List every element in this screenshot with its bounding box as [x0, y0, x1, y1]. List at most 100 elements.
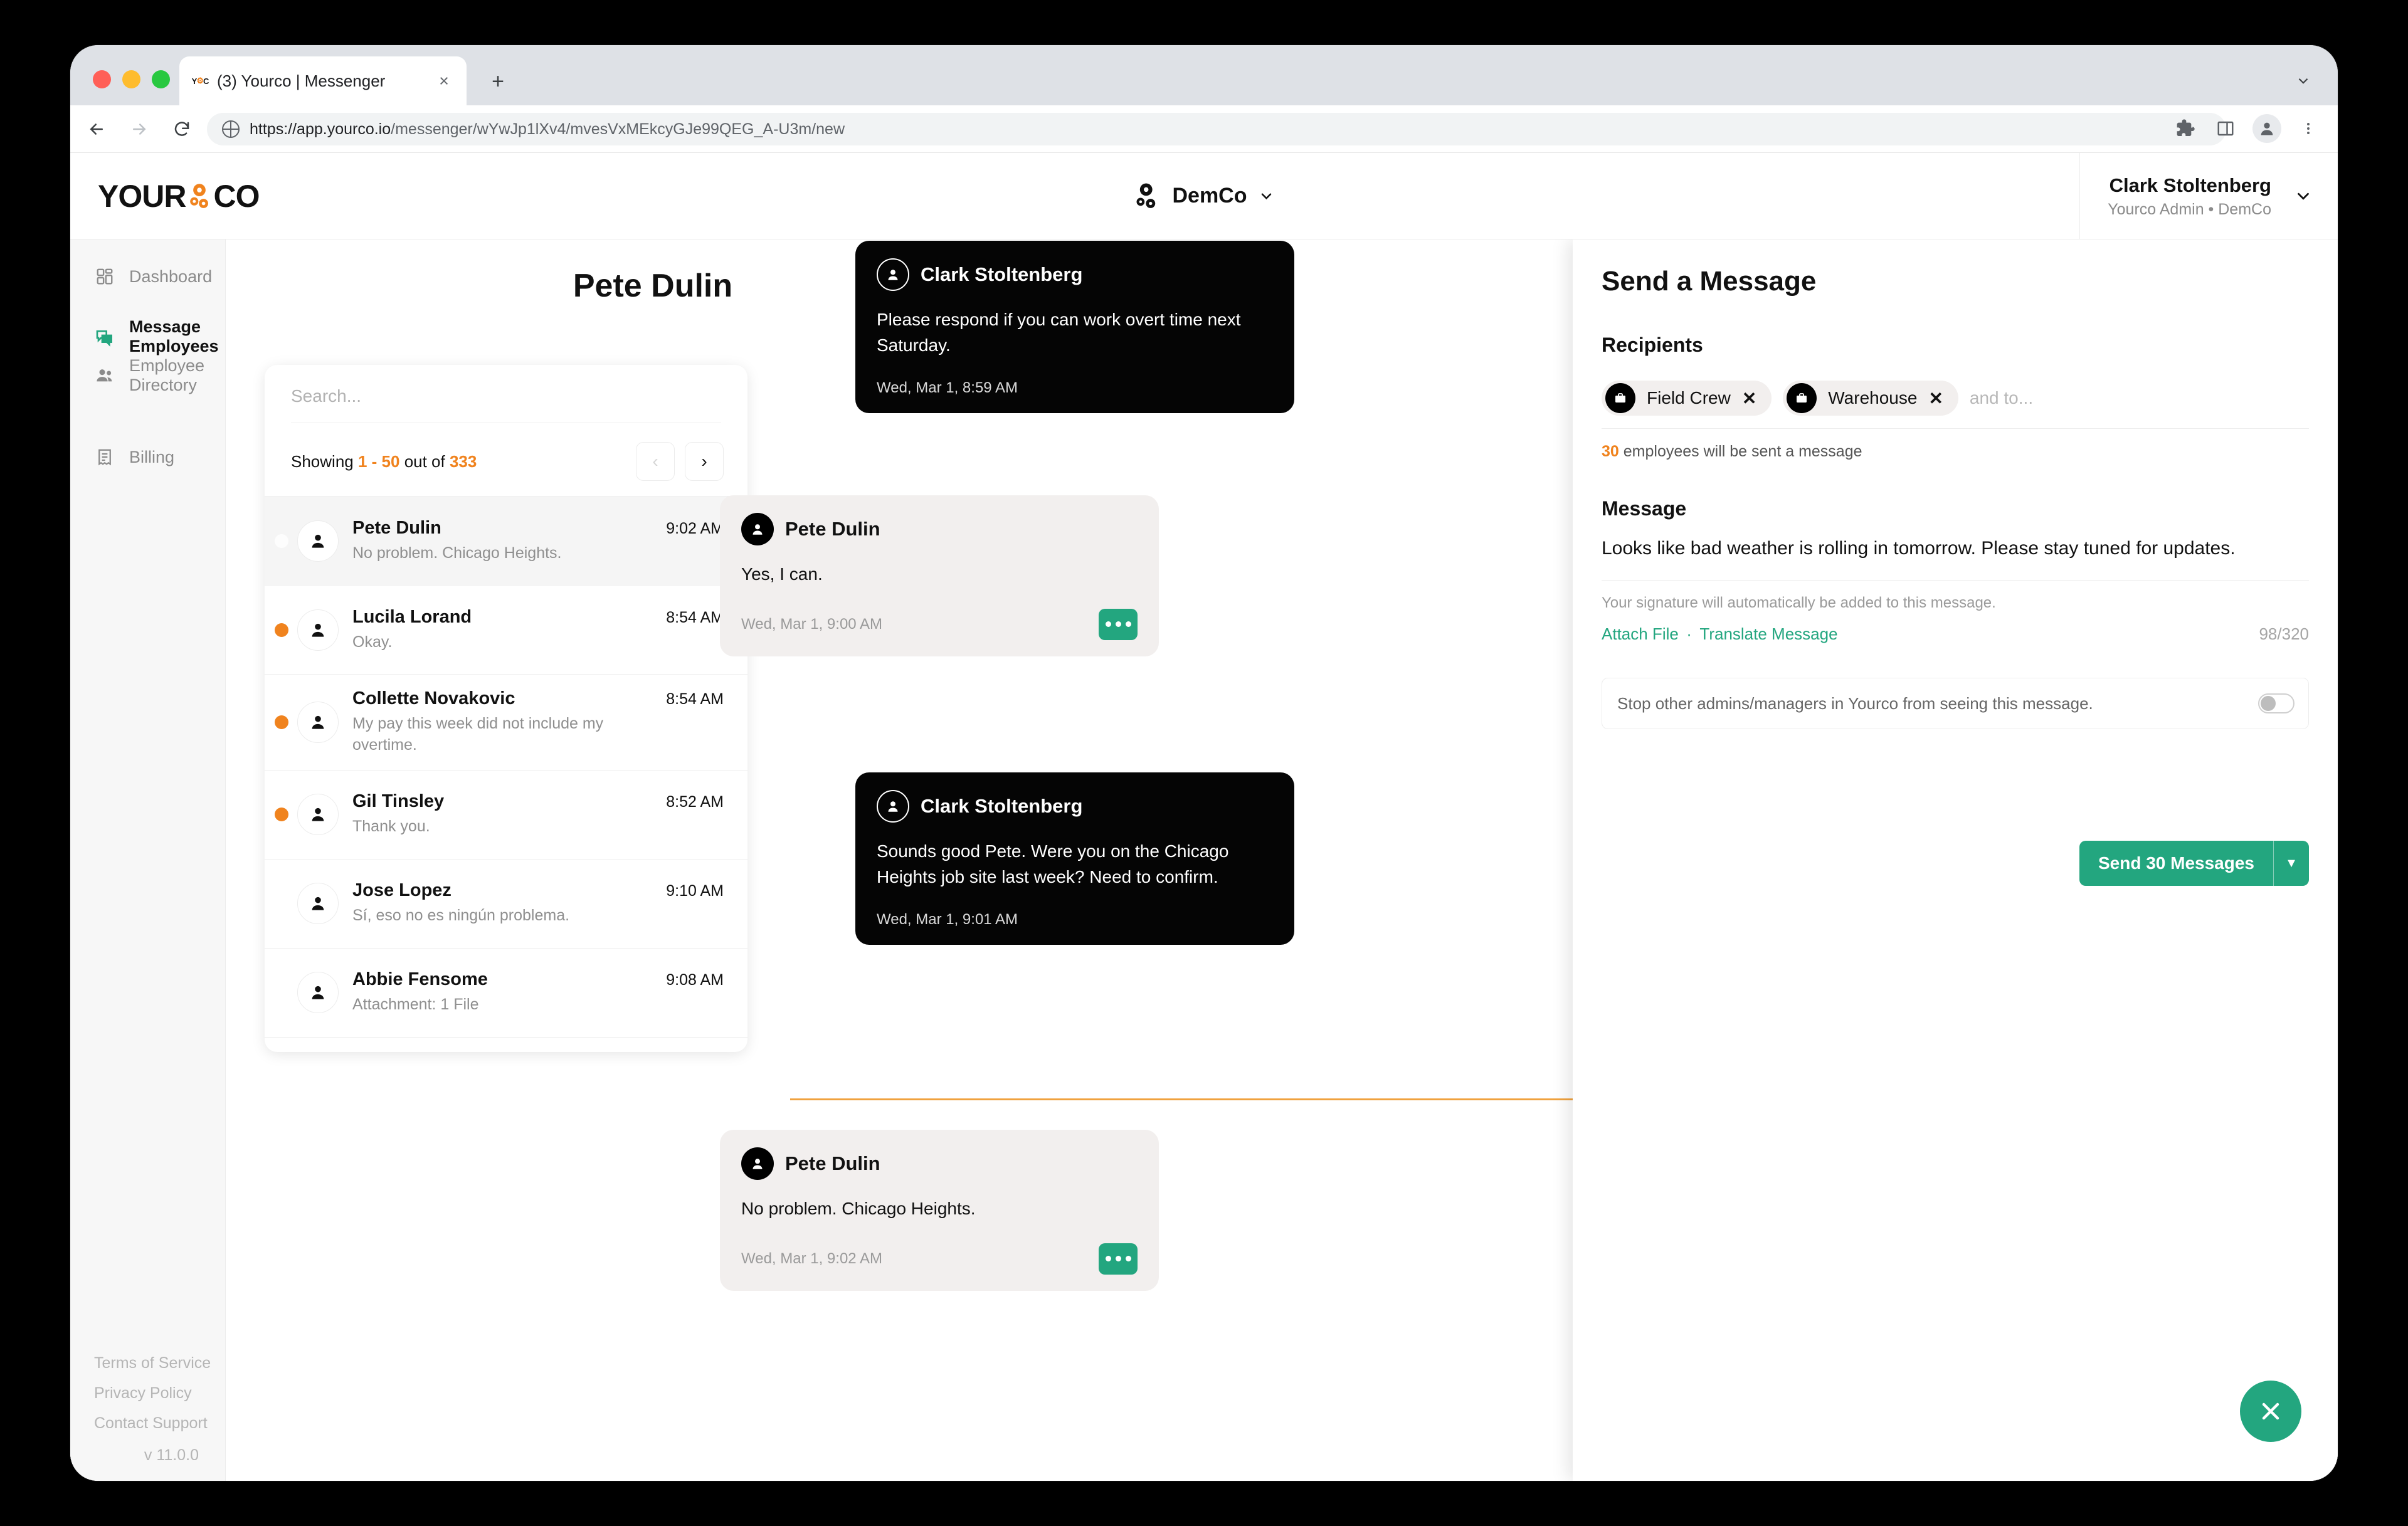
briefcase-icon	[1605, 383, 1635, 413]
maximize-window-button[interactable]	[152, 70, 170, 88]
new-tab-button[interactable]: +	[487, 70, 509, 93]
close-tab-icon[interactable]: ×	[434, 71, 454, 91]
sidepanel-icon[interactable]	[2212, 115, 2239, 142]
reload-icon[interactable]	[166, 113, 198, 145]
message-options-icon[interactable]	[1099, 1243, 1138, 1275]
privacy-toggle[interactable]	[2258, 693, 2294, 713]
conversation-time: 9:08 AM	[666, 971, 724, 989]
recipient-chip-label: Field Crew	[1647, 388, 1731, 408]
showing-prefix: Showing	[291, 451, 358, 471]
conversation-name: Lucila Lorand	[352, 606, 472, 627]
unread-indicator	[275, 623, 288, 637]
search-input[interactable]: Search...	[291, 386, 721, 423]
recipient-count-number: 30	[1602, 443, 1619, 460]
app-root: YOUR CO DemCo Clark Stoltenberg Yourco A…	[70, 153, 2338, 1481]
message-textarea[interactable]: Looks like bad weather is rolling in tom…	[1602, 534, 2309, 581]
yourco-logo[interactable]: YOUR CO	[98, 178, 260, 214]
sidebar-item-billing[interactable]: Billing	[70, 438, 225, 476]
message-sender: Clark Stoltenberg	[921, 795, 1083, 817]
recipient-chip[interactable]: Warehouse ✕	[1783, 381, 1958, 416]
conversation-row[interactable]: Thomas Saket 9:07 AM We ran out over her…	[265, 1036, 747, 1053]
action-separator: ·	[1686, 624, 1692, 643]
toolbar-icon-group	[2172, 114, 2321, 143]
briefcase-icon	[1787, 383, 1817, 413]
browser-tab[interactable]: Y ⚙ C (3) Yourco | Messenger ×	[179, 56, 467, 105]
avatar	[297, 609, 339, 651]
avatar	[741, 1147, 774, 1180]
message-label: Message	[1602, 497, 1687, 520]
user-name: Clark Stoltenberg	[2109, 174, 2271, 196]
conversation-name: Collette Novakovic	[352, 688, 515, 708]
browser-tab-strip: Y ⚙ C (3) Yourco | Messenger × +	[70, 45, 2338, 105]
unread-indicator	[275, 897, 288, 910]
prev-page-button[interactable]: ‹	[636, 442, 675, 481]
recipients-input[interactable]: Field Crew ✕ Warehouse ✕ and to...	[1602, 367, 2309, 429]
extensions-puzzle-icon[interactable]	[2172, 115, 2199, 142]
sidebar-item-dashboard[interactable]: Dashboard	[70, 257, 225, 296]
avatar	[297, 972, 339, 1013]
privacy-policy-link[interactable]: Privacy Policy	[94, 1384, 225, 1402]
character-count: 98/320	[2259, 624, 2309, 643]
conversation-row[interactable]: Abbie Fensome 9:08 AM Attachment: 1 File	[265, 947, 747, 1037]
attach-file-link[interactable]: Attach File	[1602, 624, 1679, 643]
chevron-down-icon	[1259, 188, 1275, 204]
conversation-time: 8:54 AM	[666, 690, 724, 708]
send-options-caret-icon[interactable]: ▼	[2274, 841, 2309, 886]
sidebar-item-employee-directory[interactable]: Employee Directory	[70, 356, 225, 395]
dashboard-icon	[94, 266, 115, 287]
minimize-window-button[interactable]	[122, 70, 140, 88]
conversation-row[interactable]: Gil Tinsley 8:52 AM Thank you.	[265, 769, 747, 859]
recipient-chip[interactable]: Field Crew ✕	[1602, 381, 1772, 416]
url-path: /messenger/wYwJp1lXv4/mvesVxMEkcyGJe99QE…	[391, 120, 845, 138]
next-page-button[interactable]: ›	[685, 442, 724, 481]
recipient-count-text: employees will be sent a message	[1619, 443, 1862, 460]
terms-of-service-link[interactable]: Terms of Service	[94, 1354, 225, 1372]
sidebar-item-label: Dashboard	[129, 266, 213, 286]
showing-range: 1 - 50	[357, 451, 400, 471]
address-bar[interactable]: https://app.yourco.io/messenger/wYwJp1lX…	[207, 113, 2226, 145]
avatar	[741, 513, 774, 545]
user-menu[interactable]: Clark Stoltenberg Yourco Admin • DemCo	[2079, 153, 2338, 239]
sidebar-item-label: Employee Directory	[129, 356, 205, 394]
message-options-icon[interactable]	[1099, 608, 1138, 640]
back-icon[interactable]	[80, 113, 113, 145]
unread-indicator	[275, 715, 288, 729]
conversation-row[interactable]: Jose Lopez 9:10 AM Sí, eso no es ningún …	[265, 858, 747, 948]
forward-icon[interactable]	[123, 113, 156, 145]
close-panel-button[interactable]	[2240, 1381, 2301, 1442]
chevron-down-icon	[2294, 187, 2313, 206]
showing-mid: out of	[399, 451, 450, 471]
recipient-count: 30 employees will be sent a message	[1602, 443, 2309, 461]
user-role: Yourco Admin • DemCo	[2108, 200, 2271, 218]
conversation-time: 8:52 AM	[666, 793, 724, 811]
avatar	[297, 701, 339, 743]
conversation-list-card: Search... Showing 1 - 50 out of 333 ‹ ›	[265, 365, 747, 1052]
close-window-button[interactable]	[93, 70, 111, 88]
conversation-preview: Attachment: 1 File	[352, 996, 479, 1014]
globe-icon	[222, 120, 240, 138]
privacy-option-row[interactable]: Stop other admins/managers in Yourco fro…	[1602, 678, 2309, 729]
org-name: DemCo	[1172, 184, 1247, 208]
avatar	[877, 258, 909, 291]
send-button-group: Send 30 Messages ▼	[2079, 841, 2309, 886]
conversation-row[interactable]: Collette Novakovic 8:54 AM My pay this w…	[265, 674, 747, 770]
avatar	[297, 883, 339, 924]
conversation-row[interactable]: Pete Dulin 9:02 AM No problem. Chicago H…	[265, 496, 747, 585]
conversation-row[interactable]: Lucila Lorand 8:54 AM Okay.	[265, 585, 747, 674]
org-switcher[interactable]: DemCo	[1124, 174, 1283, 218]
translate-message-link[interactable]: Translate Message	[1699, 624, 1837, 643]
browser-menu-icon[interactable]	[2295, 115, 2321, 142]
profile-avatar-icon[interactable]	[2252, 114, 2281, 143]
sidebar-item-message-employees[interactable]: Message Employees	[70, 317, 225, 356]
contact-support-link[interactable]: Contact Support	[94, 1414, 225, 1433]
message-text: Sounds good Pete. Were you on the Chicag…	[877, 841, 1229, 887]
url-host: https://app.yourco.io	[250, 120, 391, 138]
message-time: Wed, Mar 1, 9:01 AM	[877, 911, 1018, 929]
yourco-favicon: Y ⚙ C	[191, 76, 209, 86]
remove-recipient-icon[interactable]: ✕	[1928, 388, 1943, 409]
remove-recipient-icon[interactable]: ✕	[1742, 388, 1756, 409]
send-messages-button[interactable]: Send 30 Messages	[2079, 841, 2274, 886]
conversation-name: Abbie Fensome	[352, 969, 488, 990]
chevron-down-icon[interactable]	[2295, 73, 2311, 89]
